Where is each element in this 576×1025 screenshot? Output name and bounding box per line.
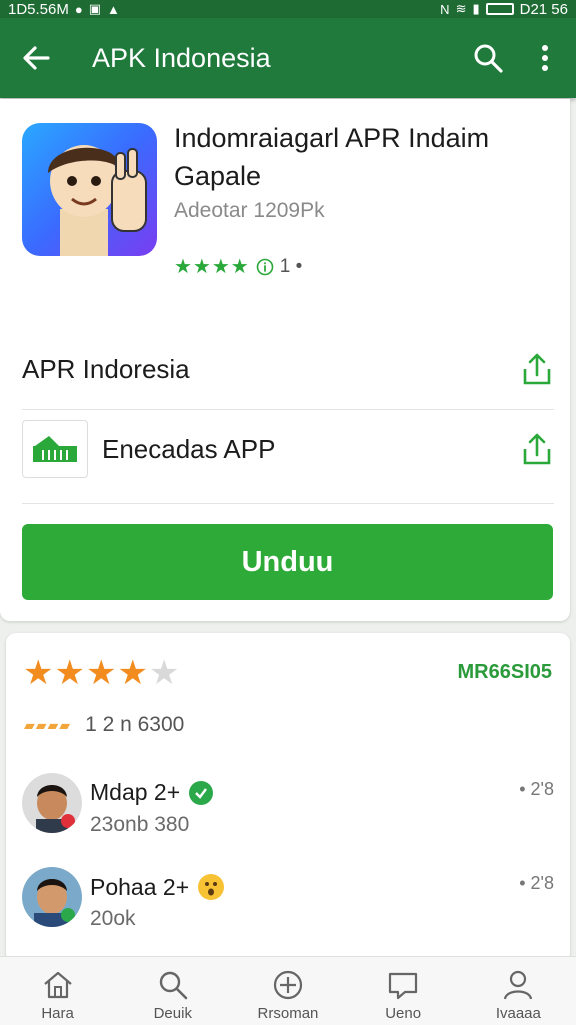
divider [22,409,554,410]
reviewer-name-text: Mdap 2+ [90,779,181,805]
divider [22,503,554,504]
nav-label: Deuik [153,1005,192,1022]
page-title: APK Indonesia [92,43,271,73]
reviewer-name: Mdap 2+ [90,779,214,806]
nav-item-search[interactable]: Deuik [123,957,223,1025]
app-icon[interactable] [22,123,157,256]
add-circle-icon [273,970,303,1000]
info-icon[interactable] [256,258,274,276]
status-bar: 1D5.56M ● ▣ ▲ N ≋ ▮ D21 56 [0,0,576,18]
status-left: 1D5.56M ● ▣ ▲ [8,1,120,18]
message-icon [389,972,418,1000]
app-details-card: Indomraiagarl APR Indaim Gapale Adeotar … [0,99,570,621]
nav-item-profile[interactable]: Ivaaaa [468,957,568,1025]
nav-item-messages[interactable]: Ueno [353,957,453,1025]
review-time: • 2'8 [519,779,554,799]
nav-label: Ueno [385,1005,422,1022]
bottom-navigation: Hara Deuik Rrsoman Ueno Ivaaaa [0,956,576,1025]
notification-icon: ● [74,1,83,17]
more-vert-icon[interactable] [532,40,558,76]
nav-label: Ivaaaa [495,1005,541,1022]
avatar [22,773,82,833]
home-icon [43,971,72,999]
share-icon[interactable] [520,351,554,387]
notification-icon: ▣ [88,1,102,16]
store-label: Enecadas APP [102,433,276,464]
notification-icon: ▲ [107,1,120,17]
app-bar: APK Indonesia [0,18,576,98]
summary-text: 1 2 n 6300 [85,713,185,736]
share-icon[interactable] [520,431,554,467]
nav-label: Rrsoman [257,1005,319,1022]
download-button[interactable]: Unduu [22,524,553,600]
cartoon-character-icon [48,145,147,256]
review-item[interactable]: Mdap 2+ 23onb 380 • 2'8 [22,773,554,837]
reviewer-name-text: Pohaa 2+ [90,873,190,900]
review-stars: ★★★★★ [23,654,181,692]
search-icon[interactable] [470,40,506,76]
wifi-icon: ≋ [455,1,467,16]
nav-label: Hara [41,1005,74,1022]
store-logo-icon [33,436,77,462]
signal-icon: ▮ [472,1,480,16]
reviewer-sub: 20ok [90,907,136,930]
rating-bars-icon: ▰▰▰▰ [24,716,72,733]
avatar-icon [22,773,82,833]
status-clock: D21 56 [519,0,568,18]
status-right: N ≋ ▮ D21 56 [440,1,568,18]
nav-item-add[interactable]: Rrsoman [238,957,338,1025]
rating-count: 1 • [279,255,303,277]
status-time: 1D5.56M [8,0,69,18]
publisher-row[interactable]: APR Indoresia [22,339,554,399]
review-code[interactable]: MR66SI05 [458,661,553,684]
verified-badge-icon [189,780,214,805]
app-rating: ★★★★ 1 • [174,254,302,279]
review-item[interactable]: Pohaa 2+ 20ok • 2'8 [22,867,554,931]
back-arrow-icon[interactable] [18,40,54,76]
rating-stars: ★★★★ [174,256,250,278]
smiley-emoji-icon [198,874,225,900]
store-logo [22,420,88,478]
publisher-label: APR Indoresia [22,353,190,384]
reviewer-sub: 23onb 380 [90,813,190,836]
app-meta: Adeotar 1209Pk [174,199,325,222]
nfc-icon: N [440,1,450,17]
avatar-icon [22,867,82,927]
review-time: • 2'8 [519,873,554,893]
battery-icon [485,3,514,15]
app-name: Indomraiagarl APR Indaim Gapale [174,123,490,191]
search-icon [159,971,188,1000]
reviewer-name: Pohaa 2+ [90,873,225,901]
avatar [22,867,82,927]
store-row[interactable]: Enecadas APP [22,419,554,479]
review-summary: ▰▰▰▰ 1 2 n 6300 [24,713,184,737]
person-icon [504,970,533,1000]
reviews-card: ★★★★★ MR66SI05 ▰▰▰▰ 1 2 n 6300 Mdap 2+ 2… [6,633,570,963]
nav-item-home[interactable]: Hara [8,957,108,1025]
